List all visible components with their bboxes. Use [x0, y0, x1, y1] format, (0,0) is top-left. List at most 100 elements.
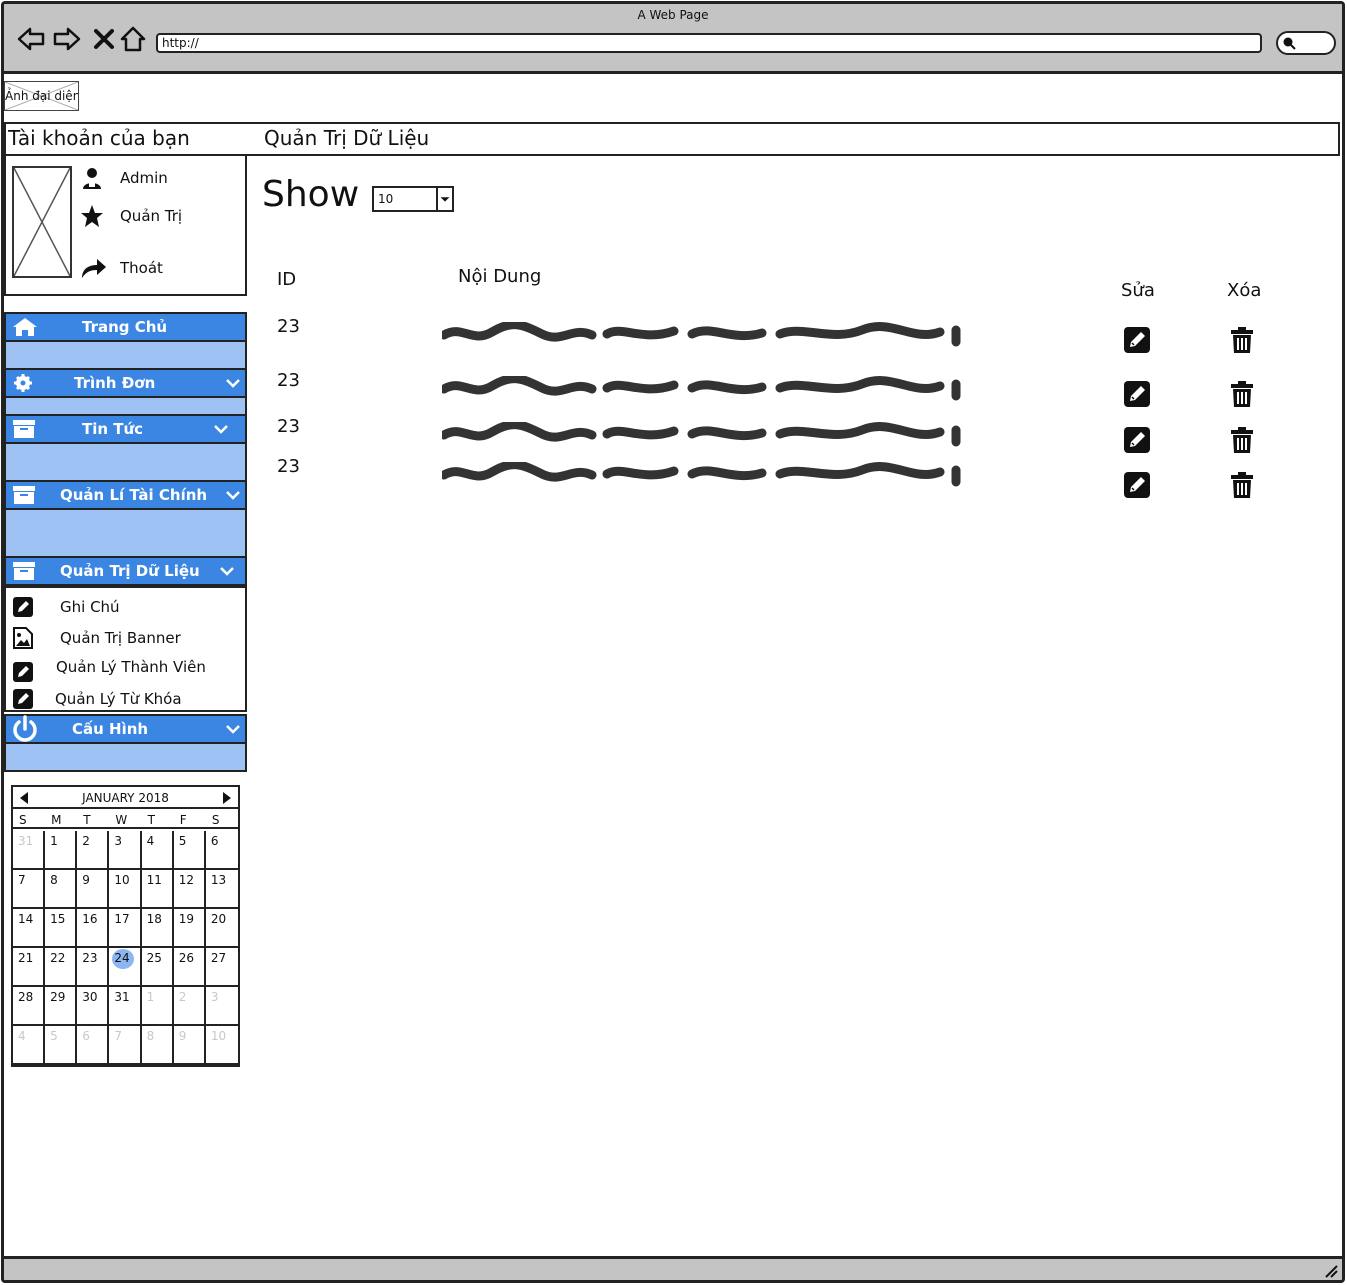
menu-finance[interactable]: Quản Lí Tài Chính [4, 480, 247, 510]
calendar-day[interactable]: 5 [173, 831, 206, 870]
calendar-day[interactable]: 3 [109, 831, 142, 870]
edit-icon[interactable] [1122, 425, 1152, 455]
trash-icon[interactable] [1227, 379, 1257, 409]
forward-icon[interactable] [52, 24, 82, 54]
calendar-day[interactable]: 11 [141, 870, 174, 909]
calendar-day-label: 22 [50, 951, 66, 965]
calendar-day-label: 3 [210, 990, 219, 1004]
calendar-day[interactable]: 22 [45, 948, 78, 987]
calendar-day[interactable]: 30 [77, 987, 110, 1026]
calendar-day-label: 5 [178, 834, 187, 848]
calendar-day[interactable]: 6 [205, 831, 238, 870]
calendar-day[interactable]: 3 [205, 987, 238, 1026]
calendar-day[interactable]: 16 [77, 909, 110, 948]
resize-grip-icon[interactable] [1322, 1262, 1338, 1278]
calendar-day[interactable]: 21 [13, 948, 46, 987]
calendar-day[interactable]: 4 [141, 831, 174, 870]
chevron-down-icon [226, 379, 240, 388]
calendar-day[interactable]: 4 [13, 1026, 46, 1065]
calendar-day[interactable]: 31 [13, 831, 46, 870]
calendar-day-label: 17 [114, 912, 130, 926]
edit-icon [13, 662, 33, 682]
calendar-day[interactable]: 17 [109, 909, 142, 948]
archive-icon [13, 562, 35, 580]
calendar-day[interactable]: 7 [109, 1026, 142, 1065]
calendar-day-label: 21 [18, 951, 34, 965]
calendar-weekday: W [115, 813, 128, 827]
calendar-day[interactable]: 14 [13, 909, 46, 948]
menu-home[interactable]: Trang Chủ [4, 312, 247, 342]
profile-item-admin[interactable]: Admin [80, 164, 240, 192]
profile-item-logout[interactable]: Thoát [80, 254, 240, 282]
calendar-day[interactable]: 10 [109, 870, 142, 909]
calendar-day-label: 6 [210, 834, 219, 848]
calendar-day[interactable]: 19 [173, 909, 206, 948]
menu-label: Quản Trị Dữ Liệu [60, 562, 200, 580]
calendar-day-selected[interactable]: 24 [109, 948, 142, 987]
calendar-day-label: 10 [210, 1029, 227, 1043]
menu-config[interactable]: Cấu Hình [4, 714, 247, 744]
search-input[interactable] [1276, 31, 1336, 55]
calendar-day[interactable]: 18 [141, 909, 174, 948]
title-bar: A Web Page http:// [4, 4, 1342, 74]
calendar-day[interactable]: 28 [13, 987, 46, 1026]
calendar-day-label: 12 [178, 873, 194, 887]
calendar-weekday: M [51, 813, 62, 827]
menu-data-admin[interactable]: Quản Trị Dữ Liệu [4, 556, 247, 586]
calendar-day[interactable]: 9 [77, 870, 110, 909]
calendar-day[interactable]: 29 [45, 987, 78, 1026]
submenu-item-banner[interactable]: Quản Trị Banner [12, 625, 181, 651]
calendar-header: JANUARY 2018 [13, 787, 238, 809]
trash-icon[interactable] [1227, 470, 1257, 500]
page-size-select[interactable]: 10 [372, 186, 454, 212]
calendar-day[interactable]: 26 [173, 948, 206, 987]
calendar-weekday: F [179, 813, 187, 827]
calendar-day[interactable]: 2 [77, 831, 110, 870]
calendar-day[interactable]: 13 [205, 870, 238, 909]
edit-icon[interactable] [1122, 325, 1152, 355]
calendar-day[interactable]: 6 [77, 1026, 110, 1065]
calendar-day[interactable]: 15 [45, 909, 78, 948]
calendar-day[interactable]: 7 [13, 870, 46, 909]
submenu-item-members[interactable]: Quản Lý Thành Viên [12, 656, 206, 682]
calendar-day[interactable]: 5 [45, 1026, 78, 1065]
calendar: JANUARY 2018 SMTWTFS 31 1 2 3 4 5 6 7 8 9 10 11 12 13… [11, 785, 240, 1067]
profile-item-label: Admin [120, 169, 168, 187]
trash-icon[interactable] [1227, 425, 1257, 455]
menu-news[interactable]: Tin Tức [4, 414, 247, 444]
calendar-day-label: 13 [210, 873, 227, 887]
calendar-day[interactable]: 1 [45, 831, 78, 870]
calendar-day[interactable]: 20 [205, 909, 238, 948]
trash-icon[interactable] [1227, 325, 1257, 355]
avatar[interactable]: Ảnh đại diện [4, 81, 79, 111]
calendar-day[interactable]: 31 [109, 987, 142, 1026]
edit-icon[interactable] [1122, 470, 1152, 500]
calendar-day[interactable]: 2 [173, 987, 206, 1026]
calendar-day[interactable]: 8 [141, 1026, 174, 1065]
back-icon[interactable] [16, 24, 46, 54]
menu-menu[interactable]: Trình Đơn [4, 368, 247, 398]
home-icon[interactable] [118, 24, 148, 54]
calendar-day[interactable]: 1 [141, 987, 174, 1026]
calendar-day[interactable]: 8 [45, 870, 78, 909]
status-bar [4, 1256, 1342, 1280]
profile-item-admin-panel[interactable]: Quản Trị [80, 202, 240, 230]
calendar-day[interactable]: 12 [173, 870, 206, 909]
url-input[interactable]: http:// [156, 33, 1262, 53]
edit-icon[interactable] [1122, 379, 1152, 409]
calendar-day[interactable]: 27 [205, 948, 238, 987]
calendar-day[interactable]: 9 [173, 1026, 206, 1065]
calendar-day[interactable]: 10 [205, 1026, 238, 1065]
submenu-label: Quản Lý Thành Viên [56, 658, 206, 676]
submenu-item-keywords[interactable]: Quản Lý Từ Khóa [12, 686, 182, 712]
menu-body [4, 744, 247, 772]
submenu-item-notes[interactable]: Ghi Chú [12, 594, 120, 620]
profile-item-label: Quản Trị [120, 207, 183, 225]
calendar-day-label: 19 [178, 912, 194, 926]
calendar-weekday: T [83, 813, 91, 827]
calendar-day[interactable]: 23 [77, 948, 110, 987]
calendar-day[interactable]: 25 [141, 948, 174, 987]
close-icon[interactable] [90, 24, 120, 54]
calendar-prev-icon[interactable] [19, 792, 29, 804]
calendar-next-icon[interactable] [222, 792, 232, 804]
